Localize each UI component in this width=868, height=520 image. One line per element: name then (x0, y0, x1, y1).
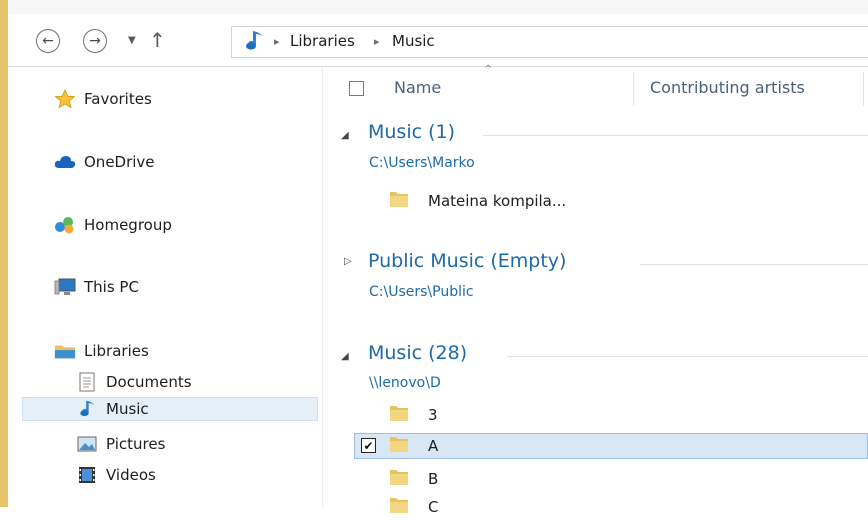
item-name: C (428, 498, 439, 516)
group-divider (507, 356, 868, 357)
sidebar-label: Videos (106, 466, 156, 484)
document-icon (76, 372, 98, 392)
item-name: 3 (428, 406, 438, 424)
list-item-selected[interactable]: ✔ A (354, 433, 868, 459)
up-button[interactable]: ↑ (149, 28, 166, 52)
music-note-icon (242, 30, 266, 56)
film-icon (76, 465, 98, 485)
list-item[interactable]: Mateina kompila... (388, 188, 566, 214)
sidebar-label: OneDrive (84, 153, 155, 171)
sidebar-item-documents[interactable]: Documents (76, 370, 192, 394)
address-bar[interactable]: ▸ Libraries ▸ Music (231, 26, 868, 58)
sidebar-item-favorites[interactable]: Favorites (54, 87, 152, 111)
folder-icon (388, 467, 410, 491)
group-collapse-icon[interactable]: ◢ (341, 351, 349, 362)
sidebar-item-onedrive[interactable]: OneDrive (54, 150, 155, 174)
window-left-edge (0, 0, 8, 507)
back-button[interactable]: ← (36, 29, 60, 53)
ribbon-strip (8, 0, 868, 15)
checkmark-icon: ✔ (363, 438, 374, 453)
group-collapse-icon[interactable]: ◢ (341, 130, 349, 141)
cloud-icon (54, 152, 76, 172)
sidebar-label: Libraries (84, 342, 149, 360)
forward-arrow-icon: → (89, 33, 101, 49)
list-item[interactable]: C (388, 494, 438, 520)
sidebar-item-homegroup[interactable]: Homegroup (54, 213, 172, 237)
star-icon (54, 89, 76, 109)
folder-icon (388, 189, 410, 213)
group-path: \\lenovo\D (369, 375, 441, 391)
sidebar-label: Documents (106, 373, 192, 391)
breadcrumb-separator-icon: ▸ (274, 35, 280, 48)
recent-locations-dropdown[interactable]: ▼ (128, 35, 136, 46)
breadcrumb-music[interactable]: Music (392, 32, 435, 50)
pictures-icon (76, 434, 98, 454)
item-checkbox[interactable]: ✔ (361, 438, 376, 453)
group-path: C:\Users\Public (369, 284, 474, 300)
breadcrumb-separator-icon: ▸ (374, 35, 380, 48)
column-contributing-artists[interactable]: Contributing artists (650, 78, 805, 97)
item-name: B (428, 470, 439, 488)
navigation-pane: Favorites OneDrive Homegroup This PC Lib… (8, 67, 323, 507)
sidebar-item-pictures[interactable]: Pictures (76, 432, 165, 456)
column-name[interactable]: Name (394, 78, 441, 97)
select-all-checkbox[interactable] (349, 81, 364, 96)
music-note-icon (76, 399, 98, 419)
sidebar-label: Music (106, 400, 149, 418)
navigation-bar: ← → ▼ ↑ ▸ Libraries ▸ Music (8, 14, 868, 67)
sidebar-item-videos[interactable]: Videos (76, 463, 156, 487)
back-arrow-icon: ← (42, 33, 54, 49)
group-expand-icon[interactable]: ▷ (344, 256, 352, 267)
group-title[interactable]: Public Music (Empty) (368, 250, 566, 272)
group-divider (640, 264, 868, 265)
sort-ascending-icon: ^ (484, 64, 493, 75)
folder-icon (388, 434, 410, 458)
list-item[interactable]: 3 (388, 402, 438, 428)
group-path: C:\Users\Marko (369, 155, 475, 171)
group-title[interactable]: Music (1) (368, 121, 455, 143)
folder-icon (388, 495, 410, 519)
column-divider[interactable] (863, 72, 864, 106)
list-item[interactable]: B (388, 466, 438, 492)
sidebar-label: Pictures (106, 435, 166, 453)
folder-icon (388, 403, 410, 427)
sidebar-item-this-pc[interactable]: This PC (54, 275, 139, 299)
breadcrumb-libraries[interactable]: Libraries (290, 32, 355, 50)
column-header: ^ Name Contributing artists (330, 64, 868, 112)
homegroup-icon (54, 215, 76, 235)
column-divider[interactable] (633, 72, 634, 106)
item-name: Mateina kompila... (428, 192, 567, 210)
group-divider (483, 135, 868, 136)
sidebar-label: Favorites (84, 90, 152, 108)
sidebar-label: This PC (84, 278, 139, 296)
sidebar-item-libraries[interactable]: Libraries (54, 339, 149, 363)
sidebar-item-music[interactable]: Music (22, 397, 318, 421)
sidebar-label: Homegroup (84, 216, 172, 234)
group-title[interactable]: Music (28) (368, 342, 467, 364)
computer-icon (54, 277, 76, 297)
forward-button[interactable]: → (83, 29, 107, 53)
item-name: A (428, 437, 439, 455)
libraries-folder-icon (54, 341, 76, 361)
